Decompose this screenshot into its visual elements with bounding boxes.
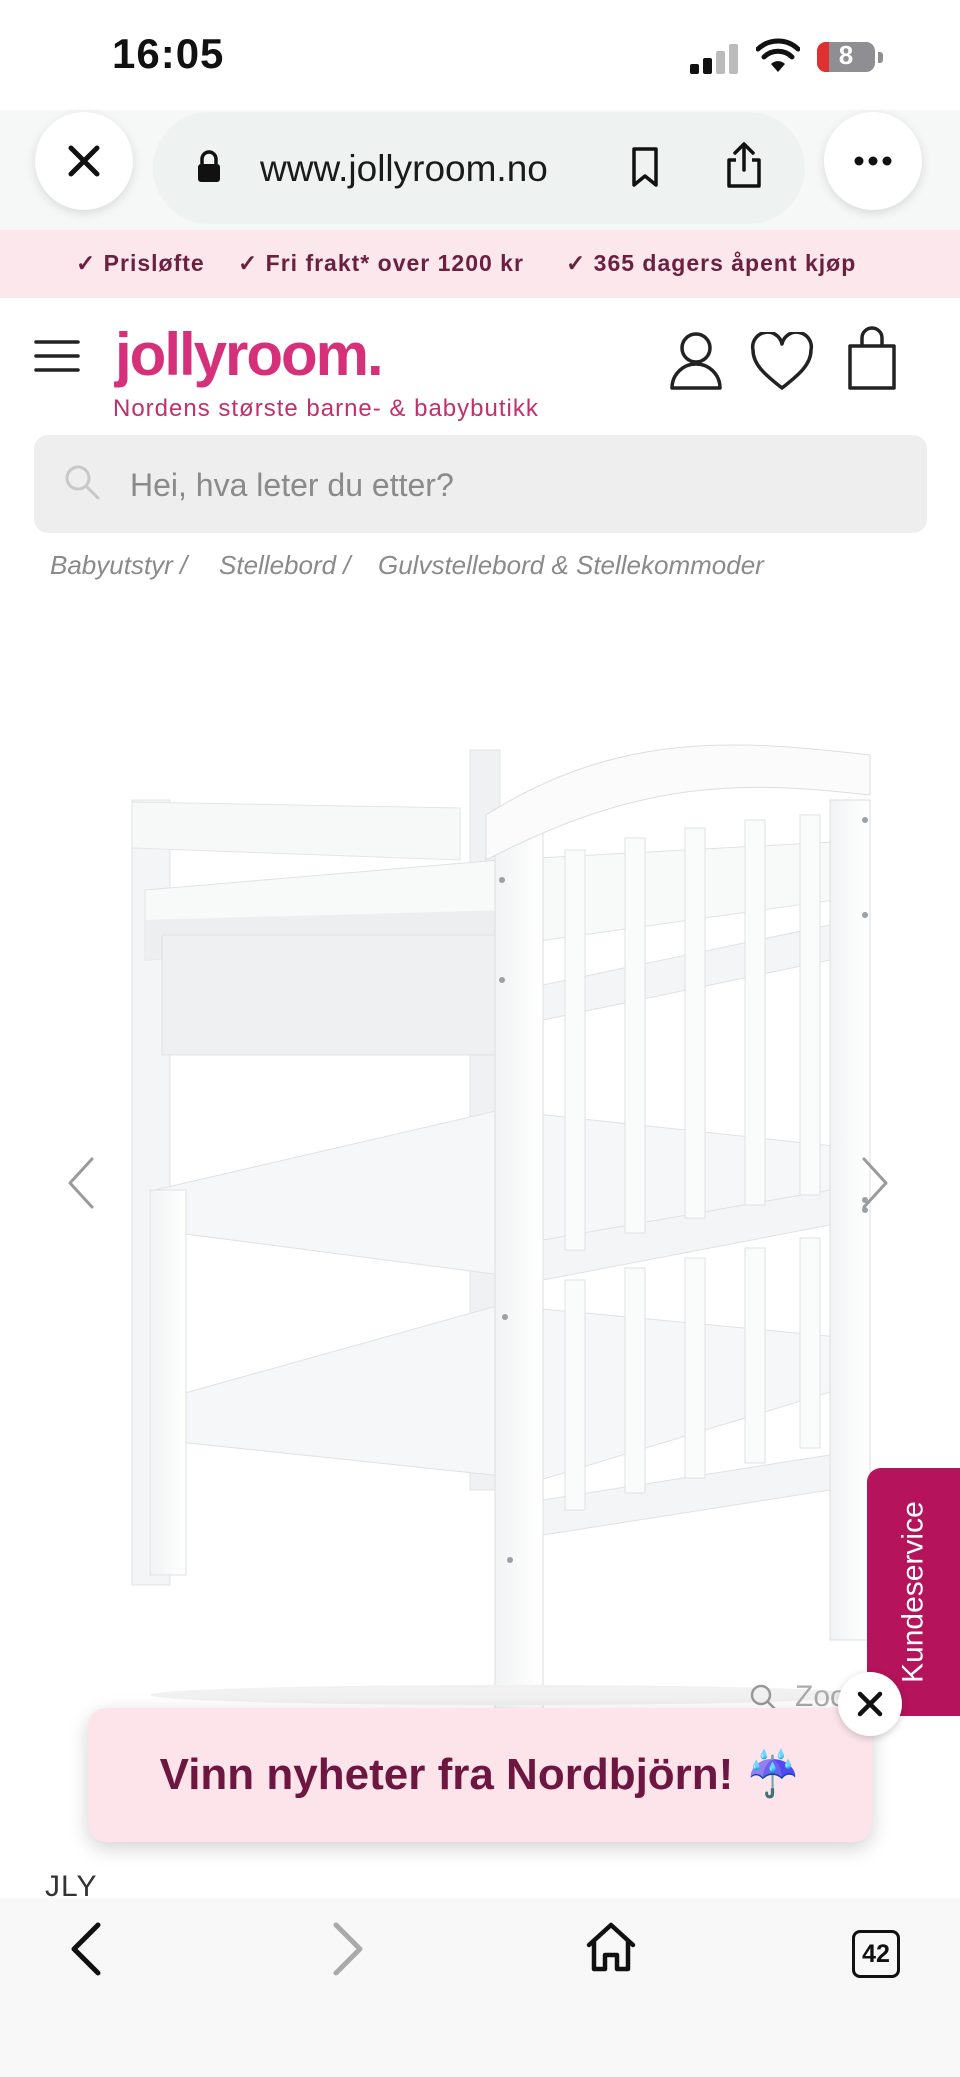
shopping-bag-icon[interactable] bbox=[846, 326, 898, 392]
battery-tip bbox=[878, 52, 883, 63]
site-tagline: Nordens største barne- & babybutikk bbox=[113, 395, 539, 422]
promo-item: ✓ Fri frakt* over 1200 kr bbox=[238, 250, 524, 277]
signal-icon bbox=[690, 44, 750, 74]
back-icon[interactable] bbox=[66, 1920, 106, 1978]
home-icon[interactable] bbox=[584, 1920, 638, 1974]
promo-item: ✓ 365 dagers åpent kjøp bbox=[566, 250, 856, 277]
carousel-next-icon[interactable] bbox=[858, 1155, 892, 1211]
carousel-prev-icon[interactable] bbox=[64, 1155, 98, 1211]
status-time: 16:05 bbox=[112, 30, 225, 77]
breadcrumb-item[interactable]: Babyutstyr / bbox=[50, 550, 187, 581]
close-icon bbox=[68, 145, 100, 177]
promo-label: 365 dagers åpent kjøp bbox=[593, 250, 857, 276]
ellipsis-icon bbox=[854, 156, 892, 166]
promo-popup-text: Vinn nyheter fra Nordbjörn! ☔ bbox=[159, 1750, 801, 1799]
promo-label: Fri frakt* over 1200 kr bbox=[265, 250, 524, 276]
banner-close-button[interactable] bbox=[838, 1672, 902, 1736]
check-icon: ✓ bbox=[238, 250, 259, 276]
lock-icon bbox=[196, 150, 222, 184]
hamburger-menu-icon[interactable] bbox=[34, 338, 80, 374]
url-text: www.jollyroom.no bbox=[260, 148, 548, 189]
breadcrumb-item[interactable]: Stellebord / bbox=[219, 550, 351, 581]
browser-bottom-toolbar bbox=[0, 1898, 960, 2077]
more-options-button[interactable] bbox=[824, 112, 922, 210]
site-logo[interactable]: jollyroom. bbox=[115, 320, 384, 389]
wifi-icon bbox=[755, 38, 801, 74]
product-image[interactable] bbox=[40, 720, 880, 1711]
close-icon bbox=[857, 1691, 883, 1717]
check-icon: ✓ bbox=[566, 250, 587, 276]
promo-item: ✓ Prisløfte bbox=[76, 250, 205, 277]
share-icon[interactable] bbox=[724, 140, 764, 190]
breadcrumb-item[interactable]: Gulvstellebord & Stellekommoder bbox=[378, 550, 764, 581]
bookmark-icon[interactable] bbox=[628, 146, 662, 188]
check-icon: ✓ bbox=[76, 250, 97, 276]
forward-icon[interactable] bbox=[328, 1920, 368, 1978]
search-placeholder: Hei, hva leter du etter? bbox=[130, 467, 454, 503]
battery-percent: 8 bbox=[838, 40, 854, 70]
tabs-count-button[interactable]: 42 bbox=[852, 1930, 900, 1978]
wishlist-heart-icon[interactable] bbox=[750, 330, 814, 392]
search-icon bbox=[62, 462, 102, 502]
account-icon[interactable] bbox=[668, 330, 724, 390]
promo-label: Prisløfte bbox=[103, 250, 205, 276]
close-button[interactable] bbox=[35, 112, 133, 210]
